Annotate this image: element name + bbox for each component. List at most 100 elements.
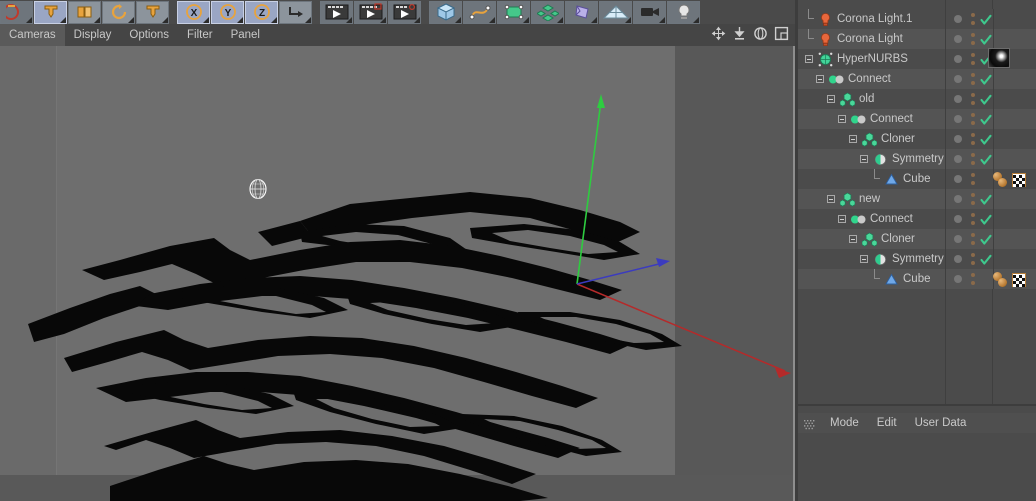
toolbar-button-lock-y-axis[interactable]: Y <box>211 0 244 24</box>
editor-visibility-dot-icon[interactable] <box>971 33 975 37</box>
tree-expand-toggle[interactable] <box>826 189 839 209</box>
collapse-minus-icon[interactable] <box>827 95 835 103</box>
button-popup-corner-icon[interactable] <box>237 16 243 23</box>
editor-visibility-dot-icon[interactable] <box>971 173 975 177</box>
viewport-menu-panel[interactable]: Panel <box>222 24 269 46</box>
render-visibility-dot-icon[interactable] <box>971 221 975 225</box>
object-row[interactable]: Cube <box>798 169 1036 189</box>
visibility-dot-icon[interactable] <box>954 35 962 43</box>
toolbar-button-model-mode[interactable] <box>68 0 101 24</box>
render-visibility-dot-icon[interactable] <box>971 241 975 245</box>
object-row[interactable]: Connect <box>798 69 1036 89</box>
button-popup-corner-icon[interactable] <box>414 16 420 23</box>
toolbar-button-add-spline[interactable] <box>463 0 496 24</box>
editor-visibility-dot-icon[interactable] <box>971 13 975 17</box>
enable-checkmark-icon[interactable] <box>980 133 992 145</box>
toolbar-button-nurbs-object[interactable] <box>497 0 530 24</box>
tree-expand-toggle[interactable] <box>837 109 850 129</box>
collapse-minus-icon[interactable] <box>860 155 868 163</box>
tree-expand-toggle[interactable] <box>804 49 817 69</box>
button-popup-corner-icon[interactable] <box>523 16 529 23</box>
object-name-label[interactable]: Symmetry <box>892 149 944 169</box>
object-row[interactable]: Cloner <box>798 129 1036 149</box>
button-popup-corner-icon[interactable] <box>380 16 386 23</box>
editor-visibility-dot-icon[interactable] <box>971 233 975 237</box>
render-visibility-dot-icon[interactable] <box>971 21 975 25</box>
editor-visibility-dot-icon[interactable] <box>971 133 975 137</box>
visibility-dot-icon[interactable] <box>954 135 962 143</box>
render-visibility-dot-icon[interactable] <box>971 201 975 205</box>
tree-expand-toggle[interactable] <box>837 209 850 229</box>
visibility-dot-icon[interactable] <box>954 175 962 183</box>
object-row[interactable]: Corona Light.1 <box>798 9 1036 29</box>
object-row[interactable]: Cube <box>798 269 1036 289</box>
button-popup-corner-icon[interactable] <box>557 16 563 23</box>
texture-tag-icon[interactable] <box>1012 273 1026 287</box>
button-popup-corner-icon[interactable] <box>94 16 100 23</box>
object-row[interactable]: Connect <box>798 209 1036 229</box>
visibility-dot-icon[interactable] <box>954 15 962 23</box>
collapse-minus-icon[interactable] <box>838 215 846 223</box>
editor-visibility-dot-icon[interactable] <box>971 73 975 77</box>
zoom-viewport-icon[interactable] <box>732 26 747 41</box>
editor-visibility-dot-icon[interactable] <box>971 93 975 97</box>
render-visibility-dot-icon[interactable] <box>971 81 975 85</box>
button-popup-corner-icon[interactable] <box>26 16 32 23</box>
button-popup-corner-icon[interactable] <box>203 16 209 23</box>
enable-checkmark-icon[interactable] <box>980 13 992 25</box>
button-popup-corner-icon[interactable] <box>693 16 699 23</box>
enable-checkmark-icon[interactable] <box>980 73 992 85</box>
editor-visibility-dot-icon[interactable] <box>971 153 975 157</box>
visibility-dot-icon[interactable] <box>954 95 962 103</box>
enable-checkmark-icon[interactable] <box>980 33 992 45</box>
editor-visibility-dot-icon[interactable] <box>971 273 975 277</box>
toolbar-button-make-editable[interactable] <box>136 0 169 24</box>
visibility-dot-icon[interactable] <box>954 215 962 223</box>
axis-gizmo[interactable] <box>0 46 795 501</box>
viewport-menu-options[interactable]: Options <box>120 24 178 46</box>
viewport-menu-filter[interactable]: Filter <box>178 24 222 46</box>
visibility-dot-icon[interactable] <box>954 55 962 63</box>
enable-checkmark-icon[interactable] <box>980 193 992 205</box>
visibility-dot-icon[interactable] <box>954 75 962 83</box>
object-row[interactable]: Corona Light <box>798 29 1036 49</box>
object-name-label[interactable]: old <box>859 89 874 109</box>
object-name-label[interactable]: Cube <box>903 169 931 189</box>
enable-checkmark-icon[interactable] <box>980 153 992 165</box>
object-name-label[interactable]: Cube <box>903 269 931 289</box>
visibility-dot-icon[interactable] <box>954 115 962 123</box>
button-popup-corner-icon[interactable] <box>162 16 168 23</box>
object-row[interactable]: old <box>798 89 1036 109</box>
viewport-menu-cameras[interactable]: Cameras <box>0 24 65 46</box>
tree-expand-toggle[interactable] <box>826 89 839 109</box>
rotate-viewport-icon[interactable] <box>753 26 768 41</box>
object-name-label[interactable]: Connect <box>870 209 913 229</box>
viewport-menu-display[interactable]: Display <box>65 24 121 46</box>
toolbar-button-render-settings[interactable] <box>388 0 421 24</box>
button-popup-corner-icon[interactable] <box>60 16 66 23</box>
toolbar-button-render-region[interactable] <box>354 0 387 24</box>
render-visibility-dot-icon[interactable] <box>971 121 975 125</box>
enable-checkmark-icon[interactable] <box>980 113 992 125</box>
object-name-label[interactable]: Connect <box>870 109 913 129</box>
visibility-dot-icon[interactable] <box>954 235 962 243</box>
toolbar-button-world-coordinates[interactable] <box>279 0 312 24</box>
object-name-label[interactable]: Cloner <box>881 129 915 149</box>
attribute-menu-mode[interactable]: Mode <box>821 413 868 433</box>
enable-checkmark-icon[interactable] <box>980 233 992 245</box>
material-thumbnail[interactable] <box>988 48 1010 68</box>
toolbar-button-render-view[interactable] <box>320 0 353 24</box>
collapse-minus-icon[interactable] <box>805 55 813 63</box>
material-tag-icon[interactable] <box>998 278 1007 287</box>
editor-visibility-dot-icon[interactable] <box>971 213 975 217</box>
tree-expand-toggle[interactable] <box>848 229 861 249</box>
render-visibility-dot-icon[interactable] <box>971 141 975 145</box>
editor-visibility-dot-icon[interactable] <box>971 113 975 117</box>
enable-checkmark-icon[interactable] <box>980 213 992 225</box>
tree-expand-toggle[interactable] <box>848 129 861 149</box>
object-name-label[interactable]: Cloner <box>881 229 915 249</box>
object-name-label[interactable]: Symmetry <box>892 249 944 269</box>
material-tag-icon[interactable] <box>998 178 1007 187</box>
toolbar-button-add-cube[interactable] <box>429 0 462 24</box>
render-visibility-dot-icon[interactable] <box>971 61 975 65</box>
